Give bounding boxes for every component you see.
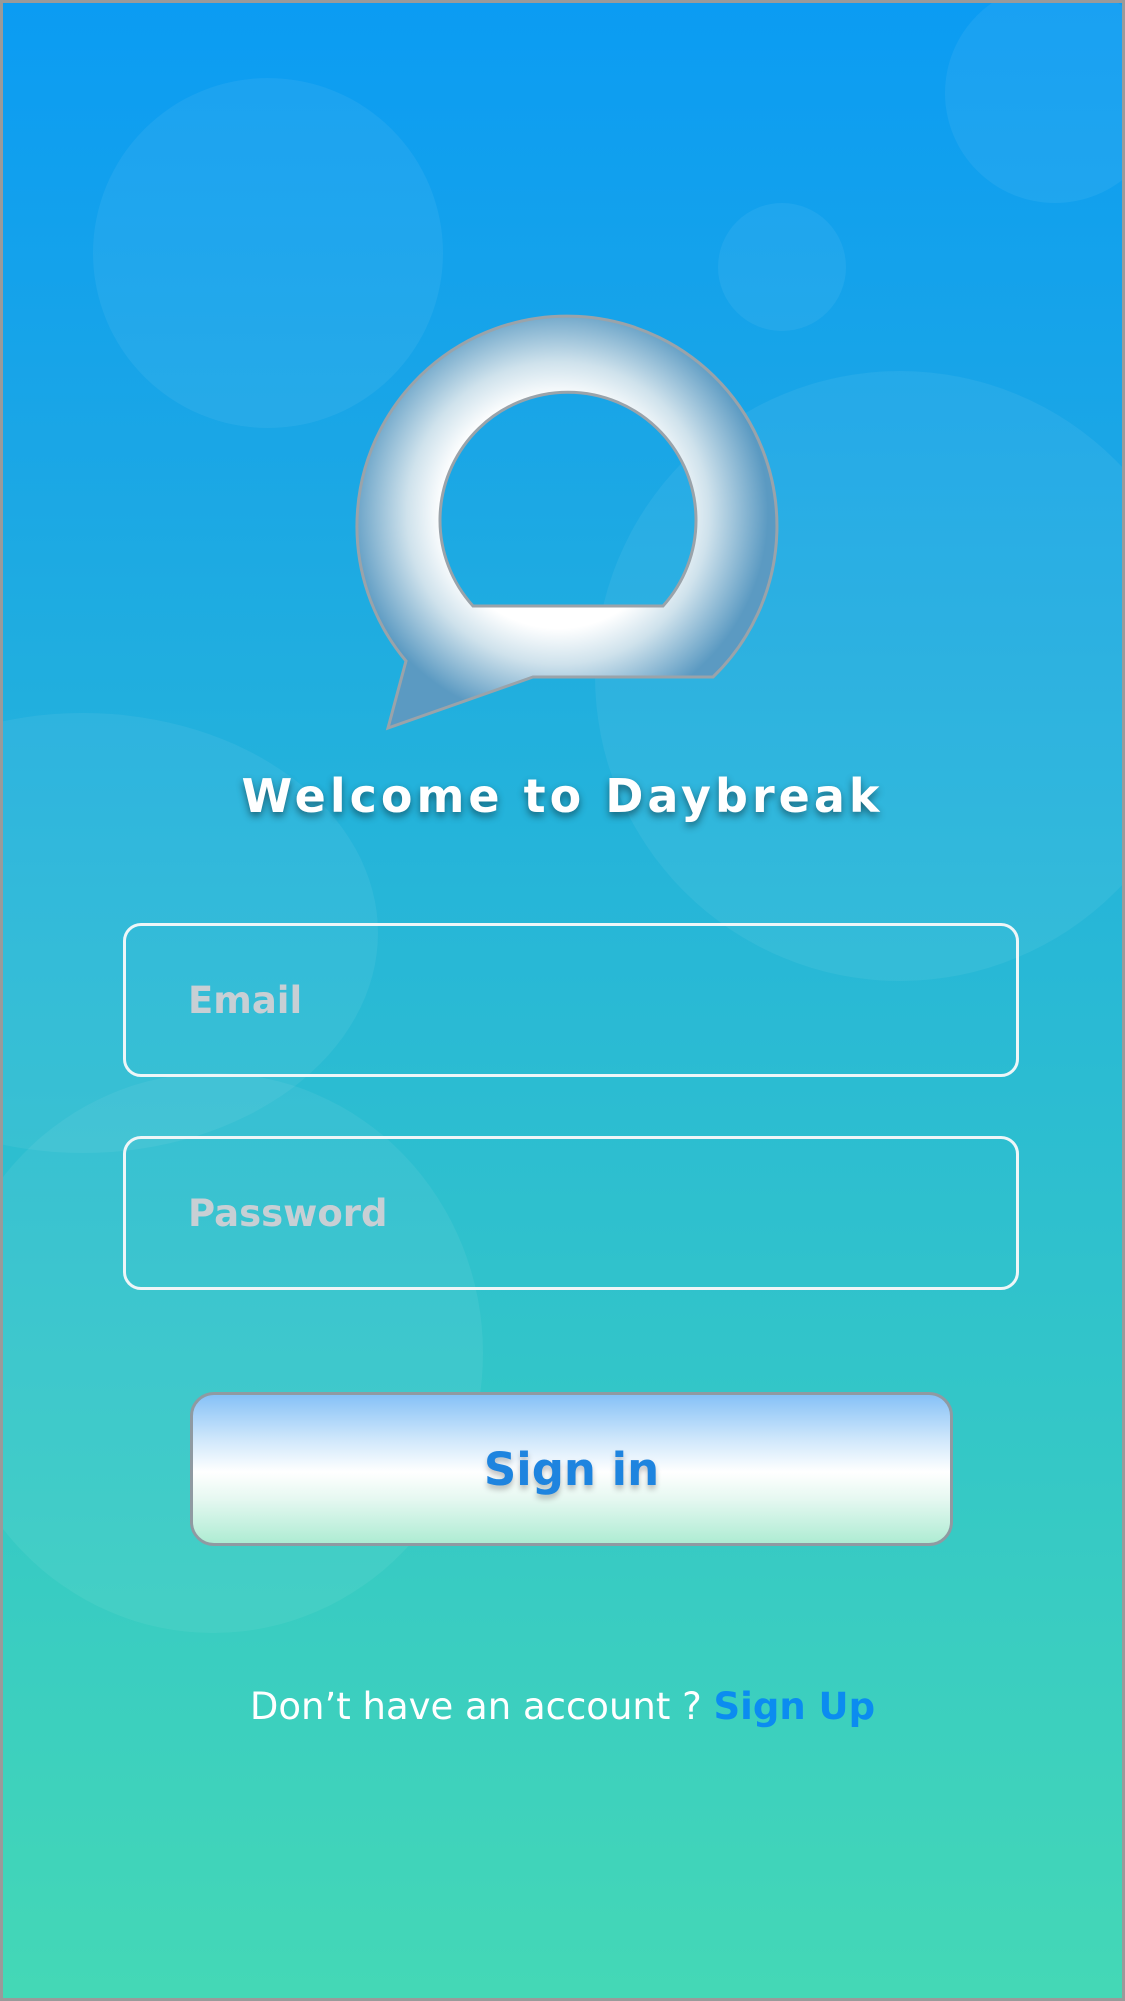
sign-up-link[interactable]: Sign Up	[714, 1685, 876, 1728]
welcome-title: Welcome to Daybreak	[241, 769, 884, 823]
email-field[interactable]	[123, 923, 1019, 1077]
sign-in-label: Sign in	[483, 1442, 660, 1496]
signup-prompt-text: Don’t have an account ?	[249, 1685, 702, 1728]
email-input[interactable]	[188, 926, 948, 1074]
sign-in-button[interactable]: Sign in	[190, 1392, 953, 1546]
password-field[interactable]	[123, 1136, 1019, 1290]
password-input[interactable]	[188, 1139, 948, 1287]
chat-bubble-logo-icon	[355, 314, 779, 731]
login-screen: Welcome to Daybreak Sign in Don’t have a…	[0, 0, 1125, 2001]
background-bubble	[945, 3, 1122, 203]
signup-prompt: Don’t have an account ? Sign Up	[3, 1685, 1122, 1728]
